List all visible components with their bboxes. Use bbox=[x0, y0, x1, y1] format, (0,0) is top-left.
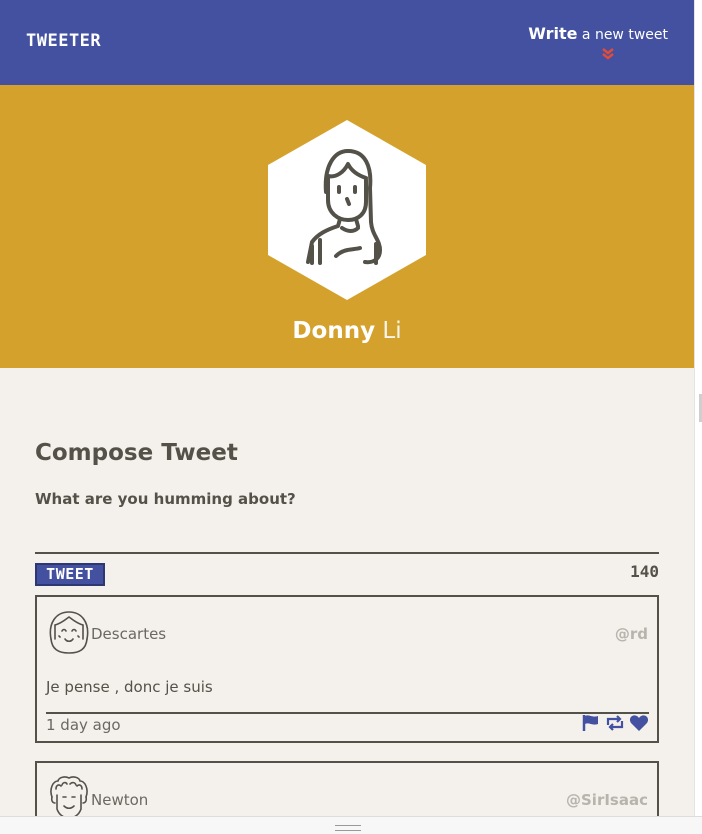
newton-avatar-icon bbox=[50, 776, 88, 819]
tweet-text: Je pense , donc je suis bbox=[46, 678, 213, 696]
compose-divider bbox=[35, 552, 659, 554]
girl-avatar-icon bbox=[268, 120, 426, 300]
flag-icon[interactable] bbox=[581, 714, 601, 732]
profile-last-name: Li bbox=[375, 318, 402, 344]
top-nav: TWEETER Write a new tweet bbox=[0, 0, 694, 85]
compose-textarea[interactable]: What are you humming about? bbox=[35, 490, 296, 508]
retweet-icon[interactable] bbox=[605, 714, 625, 732]
write-label-rest: a new tweet bbox=[577, 27, 668, 43]
character-counter: 140 bbox=[630, 562, 659, 581]
tweet-author-name[interactable]: Descartes bbox=[91, 625, 166, 643]
brand-logo[interactable]: TWEETER bbox=[26, 31, 101, 51]
tweet-card: Descartes @rd Je pense , donc je suis 1 … bbox=[35, 595, 659, 743]
tweet-actions bbox=[581, 714, 649, 732]
double-chevron-down-icon[interactable] bbox=[601, 46, 615, 60]
compose-title: Compose Tweet bbox=[35, 440, 238, 466]
profile-name: Donny Li bbox=[0, 318, 694, 344]
tweet-divider bbox=[46, 712, 649, 714]
resize-handle[interactable] bbox=[0, 816, 702, 834]
write-tweet-toggle[interactable]: Write a new tweet bbox=[528, 24, 668, 43]
heart-icon[interactable] bbox=[629, 714, 649, 732]
descartes-avatar-icon bbox=[49, 611, 89, 654]
tweet-author-handle[interactable]: @rd bbox=[615, 625, 648, 643]
tweet-button[interactable]: TWEET bbox=[35, 563, 105, 586]
profile-header: Donny Li bbox=[0, 85, 694, 368]
tweet-timestamp: 1 day ago bbox=[46, 716, 121, 734]
profile-first-name: Donny bbox=[292, 318, 376, 344]
grip-icon[interactable] bbox=[335, 825, 361, 831]
write-label-bold: Write bbox=[528, 24, 578, 43]
tweet-author-handle[interactable]: @SirIsaac bbox=[566, 791, 648, 809]
tweet-author-name[interactable]: Newton bbox=[91, 791, 148, 809]
